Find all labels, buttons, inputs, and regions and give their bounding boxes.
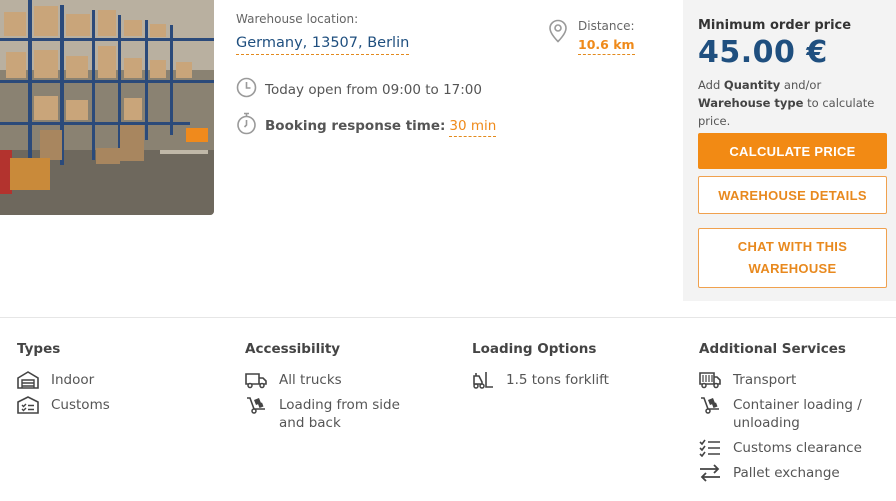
price-panel: Minimum order price 45.00 € Add Quantity… (683, 0, 896, 301)
price-note-quantity: Quantity (723, 78, 781, 92)
opening-hours: Today open from 09:00 to 17:00 (236, 77, 482, 102)
type-label: Customs (51, 397, 110, 413)
distance-label: Distance: (578, 19, 635, 33)
clock-icon (236, 77, 257, 102)
hand-truck-icon (699, 396, 721, 414)
price-note: Add Quantity and/or Warehouse type to ca… (698, 76, 890, 130)
list-item: All trucks (245, 371, 429, 389)
booking-response: Booking response time: 30 min (236, 112, 497, 139)
service-label: Transport (733, 372, 797, 388)
accessibility-label: Loading from side and back (279, 397, 400, 431)
service-label: Pallet exchange (733, 465, 840, 481)
loading-option-label: 1.5 tons forklift (506, 372, 609, 388)
list-item: 1.5 tons forklift (472, 371, 656, 389)
location-value[interactable]: Germany, 13507, Berlin (236, 35, 410, 55)
forklift-icon (472, 371, 494, 389)
truck-icon (245, 371, 267, 389)
accessibility-section: Accessibility All trucks Loading from si… (245, 341, 429, 439)
chat-warehouse-button[interactable]: CHAT WITH THIS WAREHOUSE (698, 228, 887, 288)
list-item: Customs clearance (699, 439, 883, 457)
opening-hours-text: Today open from 09:00 to 17:00 (265, 81, 482, 98)
price-note-text-1: Add (698, 78, 724, 92)
type-label: Indoor (51, 372, 95, 388)
accessibility-label: All trucks (279, 372, 342, 388)
types-title: Types (17, 341, 61, 357)
price-note-text-2: and/or (780, 78, 822, 92)
checklist-icon (699, 439, 721, 457)
min-order-title: Minimum order price (698, 18, 852, 33)
list-item: Transport (699, 371, 883, 389)
additional-services-section: Additional Services Transport Container … (699, 341, 883, 489)
booking-response-value: 30 min (449, 117, 497, 137)
calculate-price-button[interactable]: CALCULATE PRICE (698, 133, 887, 169)
map-pin-icon (548, 19, 568, 47)
location-label: Warehouse location: (236, 12, 359, 26)
warehouse-details-button[interactable]: WAREHOUSE DETAILS (698, 176, 887, 214)
list-item: Customs (17, 396, 201, 414)
warehouse-photo (0, 0, 214, 215)
distance-value: 10.6 km (578, 37, 635, 55)
stopwatch-icon (236, 112, 257, 139)
section-divider (0, 317, 896, 318)
list-item: Pallet exchange (699, 464, 883, 482)
booking-response-label: Booking response time: (265, 117, 446, 134)
additional-services-title: Additional Services (699, 341, 846, 357)
list-item: Indoor (17, 371, 201, 389)
warehouse-icon (17, 371, 39, 389)
loading-options-section: Loading Options 1.5 tons forklift (472, 341, 656, 396)
list-item: Container loading / unloading (699, 396, 883, 432)
service-label: Container loading / unloading (733, 397, 862, 431)
exchange-arrows-icon (699, 464, 721, 482)
list-item: Loading from side and back (245, 396, 429, 432)
transport-truck-icon (699, 371, 721, 389)
min-order-price: 45.00 € (698, 35, 828, 70)
hand-truck-icon (245, 396, 267, 414)
customs-icon (17, 396, 39, 414)
service-label: Customs clearance (733, 440, 862, 456)
loading-options-title: Loading Options (472, 341, 597, 357)
accessibility-title: Accessibility (245, 341, 341, 357)
price-note-type: Warehouse type (698, 96, 804, 110)
types-section: Types Indoor Customs (17, 341, 201, 421)
